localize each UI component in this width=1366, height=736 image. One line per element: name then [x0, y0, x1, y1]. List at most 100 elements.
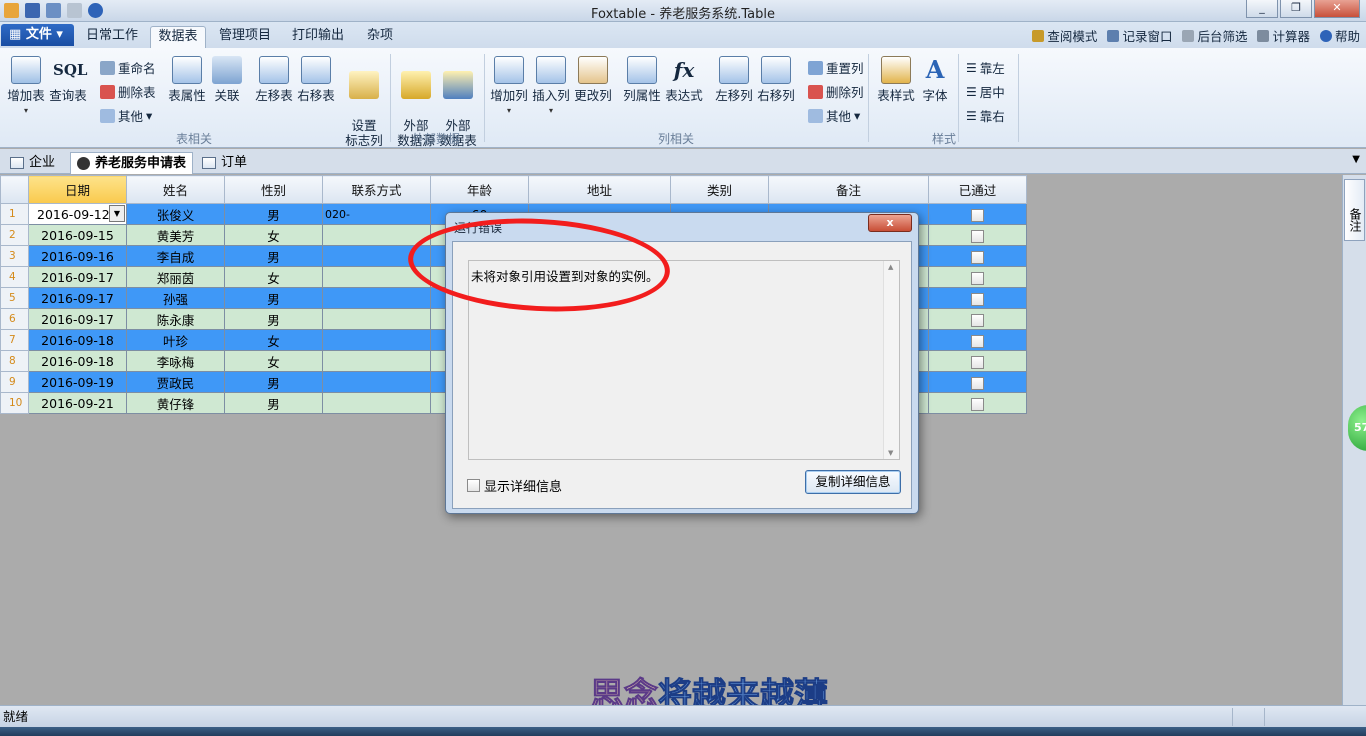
doc-tab-order[interactable]: 订单: [196, 152, 253, 174]
sex-cell[interactable]: 男: [224, 371, 323, 393]
approved-checkbox[interactable]: [971, 376, 984, 390]
tab-daily-work[interactable]: 日常工作: [78, 26, 146, 48]
row-number[interactable]: 9: [0, 371, 29, 393]
tab-list-dropdown-icon[interactable]: ▼: [1352, 154, 1360, 165]
insert-column-button[interactable]: 插入列 ▾: [532, 56, 570, 118]
date-cell[interactable]: 2016-09-15: [28, 224, 127, 246]
set-flag-column-button[interactable]: 设置 标志列: [344, 56, 384, 148]
row-number[interactable]: 10: [0, 392, 29, 414]
column-header[interactable]: 备注: [768, 175, 929, 204]
phone-cell[interactable]: [322, 371, 431, 393]
restore-button[interactable]: ❐: [1280, 0, 1312, 18]
show-detail-checkbox[interactable]: 显示详细信息: [467, 476, 562, 495]
column-props-button[interactable]: 列属性: [622, 56, 662, 103]
phone-cell[interactable]: [322, 329, 431, 351]
approved-cell[interactable]: [928, 245, 1027, 267]
name-cell[interactable]: 孙强: [126, 287, 225, 309]
align-right-button[interactable]: ☰ 靠右: [966, 106, 1005, 125]
phone-cell[interactable]: [322, 308, 431, 330]
column-header[interactable]: 年龄: [430, 175, 529, 204]
sex-cell[interactable]: 男: [224, 308, 323, 330]
approved-cell[interactable]: [928, 203, 1027, 225]
name-cell[interactable]: 李自成: [126, 245, 225, 267]
row-number[interactable]: 2: [0, 224, 29, 246]
approved-cell[interactable]: [928, 371, 1027, 393]
phone-cell[interactable]: [322, 350, 431, 372]
font-button[interactable]: A 字体: [918, 56, 952, 104]
phone-cell[interactable]: [322, 224, 431, 246]
move-table-right-button[interactable]: 右移表: [296, 56, 336, 103]
phone-cell[interactable]: 020-: [322, 203, 431, 225]
view-mode-link[interactable]: 查阅模式: [1032, 26, 1097, 45]
approved-cell[interactable]: [928, 392, 1027, 414]
date-cell[interactable]: 2016-09-19: [28, 371, 127, 393]
dialog-close-button[interactable]: x: [868, 214, 912, 232]
column-header[interactable]: 联系方式: [322, 175, 431, 204]
doc-tab-enterprise[interactable]: 企业: [4, 152, 61, 174]
table-props-button[interactable]: 表属性: [166, 56, 208, 103]
column-header[interactable]: 已通过: [928, 175, 1027, 204]
column-header[interactable]: 日期: [28, 175, 127, 204]
name-cell[interactable]: 黄美芳: [126, 224, 225, 246]
align-center-button[interactable]: ☰ 居中: [966, 82, 1005, 101]
row-number[interactable]: 5: [0, 287, 29, 309]
approved-checkbox[interactable]: [971, 397, 984, 411]
approved-cell[interactable]: [928, 329, 1027, 351]
name-cell[interactable]: 张俊义: [126, 203, 225, 225]
date-cell[interactable]: 2016-09-12 ▼: [28, 203, 127, 225]
approved-checkbox[interactable]: [971, 355, 984, 369]
reset-column-button[interactable]: 重置列: [808, 58, 864, 77]
row-number[interactable]: 3: [0, 245, 29, 267]
scroll-down-icon[interactable]: ▼: [888, 449, 893, 457]
approved-cell[interactable]: [928, 266, 1027, 288]
approved-cell[interactable]: [928, 350, 1027, 372]
notes-side-tab[interactable]: 备注: [1344, 179, 1365, 241]
relation-button[interactable]: 关联: [210, 56, 244, 103]
name-cell[interactable]: 陈永康: [126, 308, 225, 330]
row-number[interactable]: 4: [0, 266, 29, 288]
tab-misc[interactable]: 杂项: [358, 26, 402, 48]
approved-cell[interactable]: [928, 224, 1027, 246]
row-number[interactable]: 7: [0, 329, 29, 351]
row-number[interactable]: 1: [0, 203, 29, 225]
doc-tab-elderly-service[interactable]: 养老服务申请表: [70, 152, 194, 174]
record-window-link[interactable]: 记录窗口: [1107, 26, 1172, 45]
sex-cell[interactable]: 男: [224, 245, 323, 267]
tab-print-output[interactable]: 打印输出: [285, 26, 351, 48]
rename-button[interactable]: 重命名: [100, 58, 156, 77]
name-cell[interactable]: 黄仔锋: [126, 392, 225, 414]
name-cell[interactable]: 李咏梅: [126, 350, 225, 372]
date-cell[interactable]: 2016-09-18: [28, 329, 127, 351]
calculator-link[interactable]: 计算器: [1257, 26, 1310, 45]
move-column-right-button[interactable]: 右移列: [756, 56, 796, 103]
delete-table-button[interactable]: 删除表: [100, 82, 156, 101]
approved-checkbox[interactable]: [971, 313, 984, 327]
column-other-button[interactable]: 其他 ▾: [808, 106, 860, 125]
approved-checkbox[interactable]: [971, 229, 984, 243]
approved-checkbox[interactable]: [971, 334, 984, 348]
row-number[interactable]: 6: [0, 308, 29, 330]
query-table-button[interactable]: SQL 查询表: [48, 56, 88, 103]
date-cell[interactable]: 2016-09-17: [28, 287, 127, 309]
expression-button[interactable]: fx 表达式: [664, 56, 704, 103]
move-column-left-button[interactable]: 左移列: [714, 56, 754, 103]
approved-checkbox[interactable]: [971, 271, 984, 285]
table-other-button[interactable]: 其他 ▾: [100, 106, 152, 125]
sex-cell[interactable]: 女: [224, 350, 323, 372]
message-scrollbar[interactable]: ▲ ▼: [883, 261, 899, 459]
background-filter-link[interactable]: 后台筛选: [1182, 26, 1247, 45]
row-number[interactable]: 8: [0, 350, 29, 372]
column-header[interactable]: 性别: [224, 175, 323, 204]
date-cell[interactable]: 2016-09-17: [28, 308, 127, 330]
sex-cell[interactable]: 女: [224, 329, 323, 351]
column-header[interactable]: 类别: [670, 175, 769, 204]
select-all-corner[interactable]: [0, 175, 29, 204]
sex-cell[interactable]: 女: [224, 224, 323, 246]
checkbox-box[interactable]: [467, 479, 480, 492]
approved-cell[interactable]: [928, 287, 1027, 309]
scroll-up-icon[interactable]: ▲: [888, 263, 893, 271]
date-dropdown-icon[interactable]: ▼: [109, 205, 125, 222]
help-link[interactable]: 帮助: [1319, 26, 1360, 45]
name-cell[interactable]: 郑丽茵: [126, 266, 225, 288]
add-column-button[interactable]: 增加列 ▾: [490, 56, 528, 118]
